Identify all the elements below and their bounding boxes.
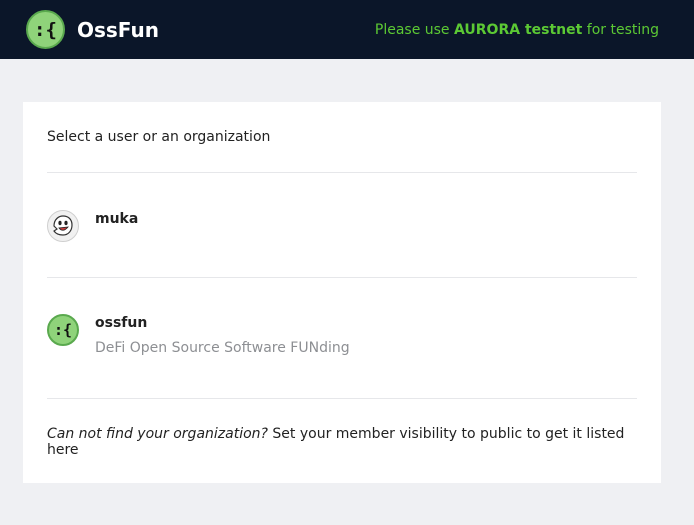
ossfun-avatar-icon: :{: [47, 314, 79, 346]
top-navbar: :{ OssFun Please use AURORA testnet for …: [0, 0, 694, 59]
ghost-icon: [47, 210, 79, 242]
account-description: DeFi Open Source Software FUNding: [95, 340, 350, 356]
account-selection-card: Select a user or an organization muka :{…: [23, 102, 661, 483]
account-name: muka: [95, 211, 139, 227]
notice-suffix: for testing: [582, 21, 659, 38]
brand-name: OssFun: [77, 17, 159, 42]
account-item-muka[interactable]: muka: [47, 173, 637, 277]
testnet-notice: Please use AURORA testnet for testing: [375, 22, 659, 38]
selection-prompt: Select a user or an organization: [47, 129, 271, 145]
ossfun-logo-icon: :{: [26, 10, 65, 49]
notice-prefix: Please use: [374, 21, 454, 38]
account-name: ossfun: [95, 315, 148, 331]
hint-question: Can not find your organization?: [47, 426, 268, 442]
account-item-ossfun[interactable]: :{ ossfun DeFi Open Source Software FUNd…: [47, 278, 637, 398]
visibility-hint: Can not find your organization? Set your…: [47, 399, 637, 458]
notice-highlight: AURORA testnet: [454, 21, 583, 38]
brand[interactable]: :{ OssFun: [26, 10, 159, 49]
